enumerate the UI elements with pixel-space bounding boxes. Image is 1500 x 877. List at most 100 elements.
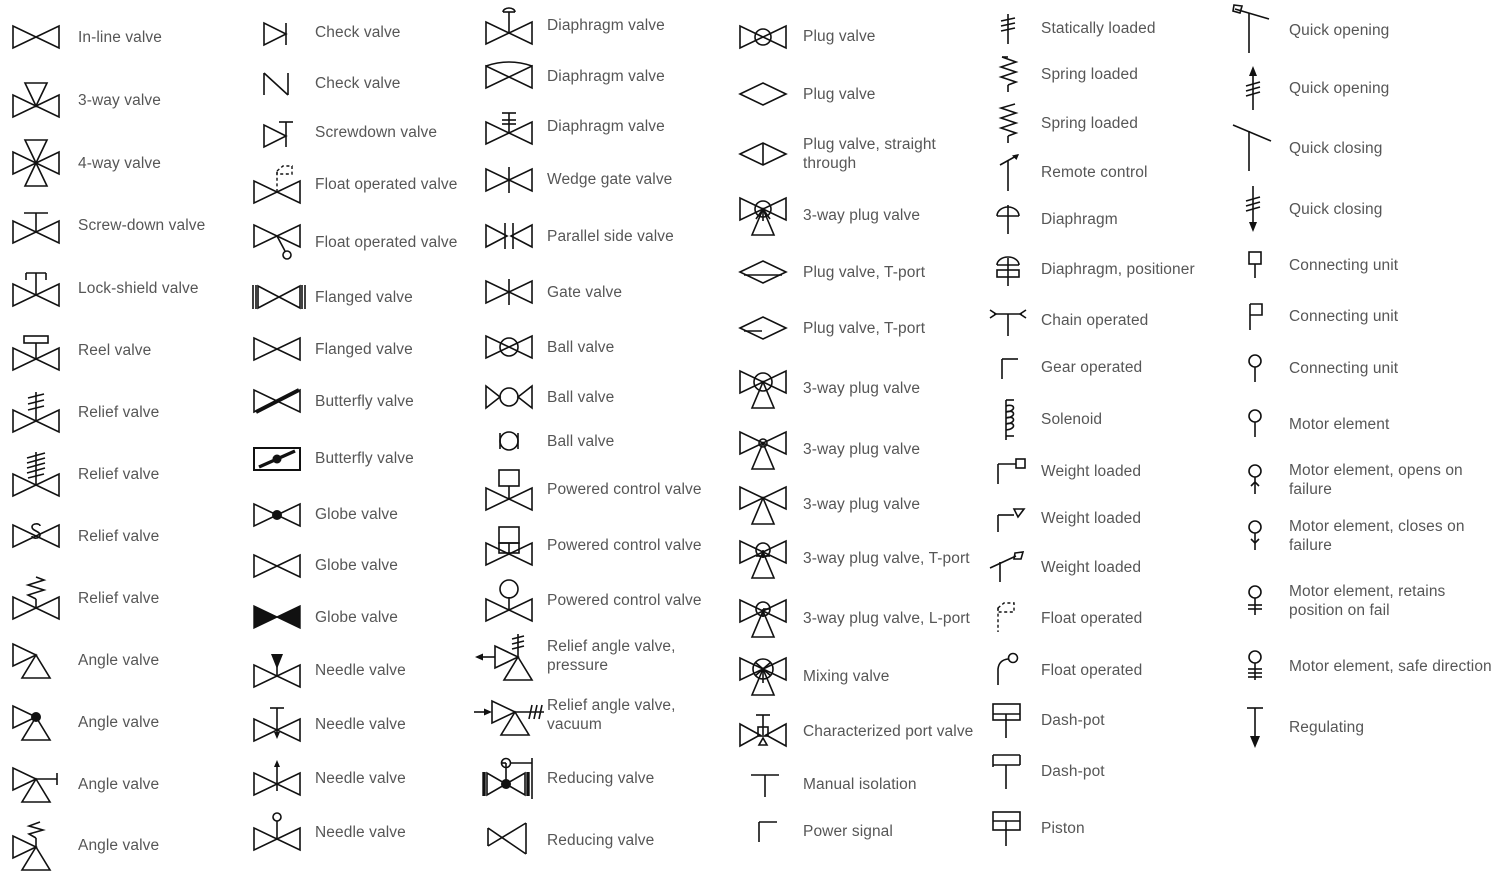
symbol-row[interactable]: Needle valve [245, 805, 477, 859]
symbol-row[interactable]: 3-way plug valve [729, 357, 979, 420]
symbol-row[interactable]: Butterfly valve [245, 427, 477, 489]
symbol-row[interactable]: Remote control [979, 149, 1225, 196]
symbol-row[interactable]: Reducing valve [477, 811, 729, 869]
symbol-row[interactable]: Connecting unit [1225, 239, 1500, 291]
symbol-library-sheet: In-line valve 3-way valve 4-way valve Sc… [0, 0, 1500, 877]
symbol-row[interactable]: Relief valve [0, 567, 245, 629]
symbol-row[interactable]: Connecting unit [1225, 291, 1500, 342]
symbol-row[interactable]: Needle valve [245, 643, 477, 697]
symbol-row[interactable]: Mixing valve [729, 649, 979, 703]
symbol-label: Plug valve [803, 28, 876, 45]
symbol-row[interactable]: Motor element, opens on failure [1225, 453, 1500, 507]
powered-control-valve-square2-icon [477, 521, 543, 569]
symbol-row[interactable]: 3-way plug valve [729, 479, 979, 530]
symbol-row[interactable]: Diaphragm, positioner [979, 242, 1225, 297]
symbol-row[interactable]: Relief angle valve, vacuum [474, 683, 729, 746]
symbol-row[interactable]: Statically loaded [979, 6, 1225, 51]
motor-element-icon [1225, 407, 1285, 441]
symbol-row[interactable]: Butterfly valve [245, 375, 477, 427]
symbol-row[interactable]: Diaphragm [979, 196, 1225, 242]
symbol-row[interactable]: Weight loaded [979, 448, 1225, 495]
symbol-row[interactable]: Powered control valve [477, 517, 729, 573]
symbol-row[interactable]: Motor element, safe direction [1225, 636, 1500, 696]
symbol-row[interactable]: In-line valve [0, 6, 245, 69]
symbol-row[interactable]: Needle valve [245, 751, 477, 805]
symbol-row[interactable]: Power signal [729, 809, 979, 854]
symbol-row[interactable]: Wedge gate valve [477, 151, 729, 208]
3-way-plug-valve-l-port-icon [729, 595, 799, 641]
symbol-row[interactable]: Quick opening [1225, 60, 1500, 117]
symbol-row[interactable]: Characterized port valve [729, 703, 979, 759]
symbol-row[interactable]: Ball valve [477, 320, 729, 374]
symbol-row[interactable]: 3-way plug valve [729, 420, 979, 479]
symbol-row[interactable]: Float operated valve [245, 156, 477, 213]
symbol-row[interactable]: 3-way plug valve [729, 186, 979, 245]
symbol-row[interactable]: Plug valve [729, 67, 979, 121]
symbol-row[interactable]: Connecting unit [1225, 342, 1500, 395]
symbol-row[interactable]: Flanged valve [245, 323, 477, 375]
symbol-row[interactable]: Weight loaded [979, 542, 1225, 592]
symbol-row[interactable]: Regulating [1225, 696, 1500, 758]
symbol-row[interactable]: Plug valve, T-port [729, 299, 979, 357]
symbol-row[interactable]: Parallel side valve [477, 208, 729, 264]
motor-element-safe-icon [1225, 648, 1285, 684]
symbol-label: Plug valve, T-port [803, 263, 926, 281]
symbol-row[interactable]: Relief valve [0, 382, 245, 444]
symbol-row[interactable]: Motor element, retains position on fail [1225, 565, 1500, 636]
symbol-row[interactable]: Check valve [245, 59, 477, 108]
symbol-row[interactable]: Powered control valve [477, 462, 729, 517]
symbol-row[interactable]: Plug valve, straight through [729, 121, 979, 186]
symbol-row[interactable]: Spring loaded [979, 97, 1225, 149]
symbol-row[interactable]: Check valve [245, 6, 477, 59]
symbol-row[interactable]: Quick closing [1225, 179, 1500, 239]
quick-opening-lever-icon [1225, 3, 1285, 57]
symbol-row[interactable]: Angle valve [0, 629, 245, 691]
symbol-row[interactable]: Diaphragm valve [477, 51, 729, 102]
symbol-row[interactable]: Lock-shield valve [0, 257, 245, 320]
symbol-row[interactable]: Angle valve [0, 691, 245, 753]
symbol-row[interactable]: Relief valve [0, 443, 245, 505]
symbol-row[interactable]: Powered control valve [477, 573, 729, 628]
symbol-row[interactable]: Float operated [979, 644, 1225, 696]
symbol-row[interactable]: Gate valve [477, 264, 729, 320]
symbol-row[interactable]: Plug valve, T-port [729, 245, 979, 299]
symbol-row[interactable]: Dash-pot [979, 744, 1225, 798]
symbol-row[interactable]: Angle valve [0, 753, 245, 815]
symbol-row[interactable]: Motor element [1225, 395, 1500, 453]
symbol-row[interactable]: Ball valve [477, 374, 729, 420]
symbol-row[interactable]: Diaphragm valve [477, 102, 729, 151]
symbol-row[interactable]: Globe valve [245, 540, 477, 591]
symbol-row[interactable]: 3-way plug valve, L-port [729, 587, 979, 649]
symbol-row[interactable]: Ball valve [477, 420, 729, 462]
symbol-row[interactable]: Relief angle valve, pressure [475, 628, 729, 683]
symbol-row[interactable]: Angle valve [0, 815, 245, 877]
symbol-row[interactable]: 3-way plug valve, T-port [729, 530, 979, 587]
symbol-row[interactable]: Piston [979, 798, 1225, 858]
symbol-row[interactable]: Diaphragm valve [477, 0, 729, 51]
symbol-row[interactable]: Weight loaded [979, 495, 1225, 542]
symbol-row[interactable]: Reducing valve [477, 746, 729, 811]
symbol-row[interactable]: Float operated [979, 592, 1225, 644]
symbol-row[interactable]: Screwdown valve [245, 108, 477, 156]
symbol-row[interactable]: Screw-down valve [0, 195, 245, 257]
symbol-row[interactable]: 4-way valve [0, 132, 245, 195]
symbol-label: Motor element [1289, 415, 1390, 433]
symbol-row[interactable]: Globe valve [245, 591, 477, 643]
symbol-row[interactable]: Reel valve [0, 320, 245, 382]
symbol-row[interactable]: Quick closing [1225, 117, 1500, 179]
symbol-row[interactable]: Dash-pot [979, 696, 1225, 744]
symbol-row[interactable]: Relief valve [0, 505, 245, 567]
symbol-row[interactable]: Motor element, closes on failure [1225, 507, 1500, 565]
symbol-row[interactable]: Chain operated [979, 297, 1225, 344]
symbol-row[interactable]: Gear operated [979, 344, 1225, 391]
symbol-row[interactable]: Solenoid [979, 391, 1225, 448]
symbol-row[interactable]: Plug valve [729, 6, 979, 67]
symbol-row[interactable]: Quick opening [1225, 0, 1500, 60]
symbol-row[interactable]: Manual isolation [729, 759, 979, 809]
symbol-row[interactable]: Globe valve [245, 489, 477, 540]
symbol-row[interactable]: Spring loaded [979, 51, 1225, 97]
symbol-row[interactable]: 3-way valve [0, 69, 245, 132]
symbol-row[interactable]: Needle valve [245, 697, 477, 751]
symbol-row[interactable]: Flanged valve [245, 271, 477, 323]
symbol-row[interactable]: Float operated valve [245, 213, 477, 271]
